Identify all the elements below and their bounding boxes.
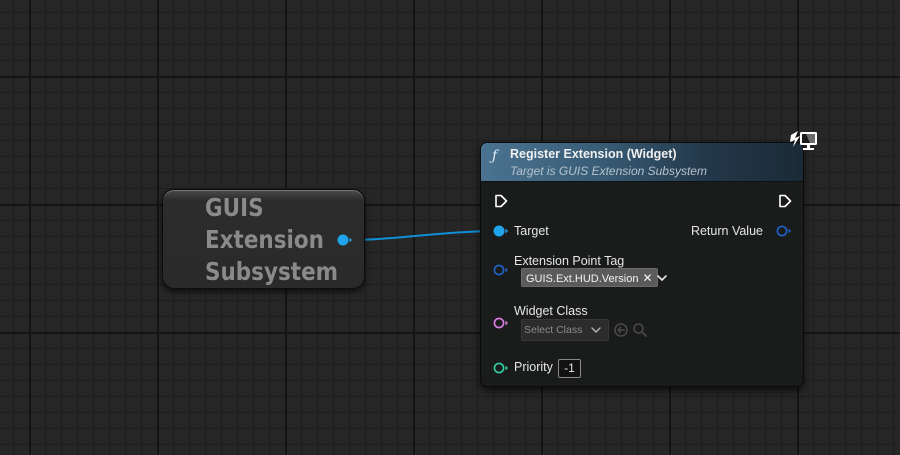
getter-title-line-1: GUIS	[205, 193, 264, 222]
extension-point-tag-pin[interactable]	[493, 263, 509, 277]
getter-output-pin[interactable]	[337, 233, 353, 247]
extension-point-tag-label: Extension Point Tag	[514, 254, 625, 268]
getter-title-line-2: Extension	[205, 225, 324, 254]
exec-input-pin[interactable]	[494, 194, 508, 208]
node-subtitle: Target is GUIS Extension Subsystem	[510, 164, 707, 178]
widget-class-pin[interactable]	[493, 316, 509, 330]
priority-pin[interactable]	[493, 361, 509, 375]
gameplay-tag-value: GUIS.Ext.HUD.Version	[526, 273, 639, 285]
priority-input[interactable]: -1	[558, 359, 581, 378]
browse-asset-search-icon[interactable]	[632, 322, 648, 338]
return-value-pin[interactable]	[776, 224, 792, 238]
return-value-label: Return Value	[690, 224, 763, 238]
tag-dropdown-chevron-icon[interactable]	[656, 273, 668, 283]
gameplay-tag-chip[interactable]: GUIS.Ext.HUD.Version ✕	[521, 268, 658, 287]
node-header[interactable]: ƒ Register Extension (Widget) Target is …	[481, 143, 803, 182]
class-picker-placeholder: Select Class	[524, 324, 583, 336]
target-pin-label: Target	[514, 224, 549, 238]
function-icon: ƒ	[492, 148, 498, 164]
widget-class-label: Widget Class	[514, 304, 588, 318]
getter-node-title: GUIS Extension Subsystem	[205, 192, 339, 288]
exec-output-pin[interactable]	[778, 194, 792, 208]
target-pin[interactable]	[493, 224, 509, 238]
class-picker-chevron-icon	[591, 327, 601, 333]
getter-title-line-3: Subsystem	[205, 257, 339, 286]
blueprint-graph-canvas[interactable]: GUIS Extension Subsystem ƒ Register Exte…	[0, 0, 900, 455]
networked-monitor-icon	[790, 131, 817, 150]
widget-class-picker[interactable]: Select Class	[521, 319, 609, 341]
use-selected-asset-icon[interactable]	[613, 322, 629, 338]
subsystem-getter-node[interactable]: GUIS Extension Subsystem	[162, 189, 365, 289]
priority-label: Priority	[514, 360, 553, 374]
target-wire[interactable]	[343, 230, 501, 241]
remove-tag-icon[interactable]: ✕	[642, 271, 652, 285]
register-extension-node[interactable]: ƒ Register Extension (Widget) Target is …	[480, 131, 817, 387]
node-title: Register Extension (Widget)	[510, 147, 677, 161]
